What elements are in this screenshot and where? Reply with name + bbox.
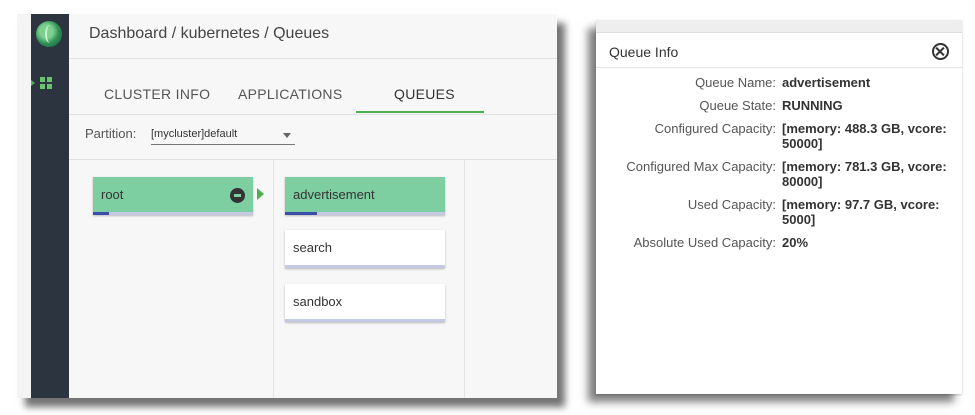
header-divider bbox=[69, 58, 557, 59]
info-row-configured-capacity: Configured Capacity: [memory: 488.3 GB, … bbox=[596, 121, 962, 151]
queue-card-root[interactable]: root bbox=[93, 177, 253, 215]
info-value: 20% bbox=[782, 235, 809, 250]
collapse-minus-icon[interactable] bbox=[230, 188, 245, 203]
queue-card-sandbox[interactable]: sandbox bbox=[285, 284, 445, 322]
info-label: Configured Max Capacity: bbox=[626, 159, 776, 174]
info-row-used-capacity: Used Capacity: [memory: 97.7 GB, vcore: … bbox=[596, 197, 962, 227]
info-label: Absolute Used Capacity: bbox=[633, 235, 776, 250]
tab-queues[interactable]: QUEUES bbox=[394, 86, 455, 102]
info-label: Queue Name: bbox=[695, 75, 776, 90]
queue-usage-fill bbox=[93, 212, 109, 215]
queue-usage-fill bbox=[285, 212, 317, 215]
panel-divider bbox=[596, 67, 962, 68]
queue-label: root bbox=[101, 187, 124, 202]
info-label: Used Capacity: bbox=[687, 197, 776, 212]
queue-label: sandbox bbox=[293, 294, 343, 309]
close-icon[interactable] bbox=[932, 43, 949, 60]
active-indicator-icon bbox=[31, 80, 35, 86]
partition-value: [mycluster]default bbox=[151, 128, 238, 140]
tab-applications[interactable]: APPLICATIONS bbox=[238, 86, 342, 102]
info-row-configured-max-capacity: Configured Max Capacity: [memory: 781.3 … bbox=[596, 159, 962, 189]
main-content: Dashboard / kubernetes / Queues CLUSTER … bbox=[69, 14, 557, 398]
info-label: Queue State: bbox=[699, 98, 776, 113]
info-value: advertisement bbox=[782, 75, 871, 90]
column-divider bbox=[464, 160, 465, 398]
info-value: [memory: 97.7 GB, vcore: 5000] bbox=[782, 197, 940, 227]
queue-label: search bbox=[293, 240, 333, 255]
column-divider bbox=[273, 160, 274, 398]
info-label: Configured Capacity: bbox=[654, 121, 776, 136]
partition-select[interactable]: [mycluster]default bbox=[151, 126, 295, 145]
queue-usage-bar bbox=[285, 212, 445, 215]
breadcrumb: Dashboard / kubernetes / Queues bbox=[89, 25, 330, 42]
panel-title: Queue Info bbox=[609, 44, 679, 60]
queue-usage-bar bbox=[93, 212, 253, 215]
info-row-queue-name: Queue Name: advertisement bbox=[596, 75, 962, 90]
panel-top-bar bbox=[596, 20, 962, 33]
chevron-down-icon bbox=[283, 133, 291, 138]
queue-card-advertisement[interactable]: advertisement bbox=[285, 177, 445, 215]
queue-usage-bar bbox=[285, 265, 445, 268]
queue-usage-bar bbox=[285, 319, 445, 322]
tabs-divider bbox=[69, 114, 557, 115]
dashboard-grid-icon[interactable] bbox=[40, 77, 52, 89]
info-value: [memory: 781.3 GB, vcore: 80000] bbox=[782, 159, 947, 189]
section-divider bbox=[69, 159, 557, 160]
info-row-queue-state: Queue State: RUNNING bbox=[596, 98, 962, 113]
partition-label: Partition: bbox=[85, 126, 137, 141]
active-tab-indicator bbox=[356, 111, 484, 113]
app-logo bbox=[36, 21, 62, 47]
expand-arrow-icon bbox=[257, 188, 264, 200]
queue-info-panel: Queue Info Queue Name: advertisement Que… bbox=[596, 20, 962, 394]
info-row-absolute-used-capacity: Absolute Used Capacity: 20% bbox=[596, 235, 962, 250]
sidebar bbox=[31, 14, 69, 398]
tab-cluster-info[interactable]: CLUSTER INFO bbox=[104, 86, 210, 102]
info-value: RUNNING bbox=[782, 98, 843, 113]
queue-info-table: Queue Name: advertisement Queue State: R… bbox=[596, 75, 962, 258]
queue-label: advertisement bbox=[293, 187, 375, 202]
info-value: [memory: 488.3 GB, vcore: 50000] bbox=[782, 121, 947, 151]
dashboard-window: Dashboard / kubernetes / Queues CLUSTER … bbox=[17, 14, 557, 398]
queue-card-search[interactable]: search bbox=[285, 230, 445, 268]
